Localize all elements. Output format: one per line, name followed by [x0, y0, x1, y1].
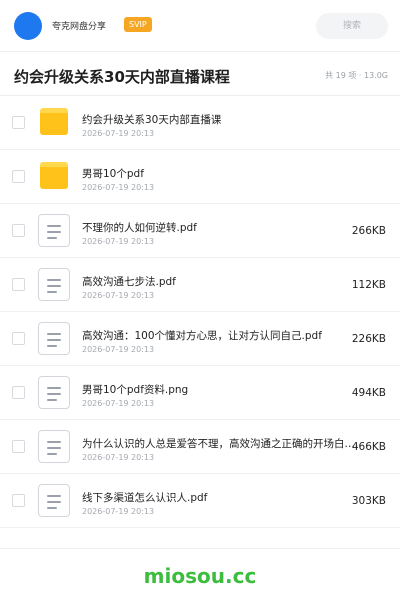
list-item[interactable]: 约会升级关系30天内部直播课 2026-07-19 20:13: [0, 96, 400, 150]
file-size: 466KB: [351, 441, 386, 453]
select-checkbox[interactable]: [12, 170, 25, 183]
document-icon: [38, 322, 70, 356]
search-input[interactable]: 搜索: [316, 13, 388, 39]
list-item[interactable]: 为什么认识的人总是爱答不理，高效沟通之正确的开场白.pdf 2026-07-19…: [0, 420, 400, 474]
avatar[interactable]: [14, 12, 42, 40]
watermark: miosou.cc: [143, 564, 257, 588]
file-size: 226KB: [351, 333, 386, 345]
file-date: 2026-07-19 20:13: [82, 237, 155, 246]
folder-icon: [38, 106, 70, 140]
document-icon: [38, 214, 70, 248]
file-list: 约会升级关系30天内部直播课 2026-07-19 20:13 男哥10个pdf…: [0, 96, 400, 528]
list-item[interactable]: 不理你的人如何逆转.pdf 2026-07-19 20:13 266KB: [0, 204, 400, 258]
file-date: 2026-07-19 20:13: [82, 129, 155, 138]
document-icon: [38, 430, 70, 464]
select-checkbox[interactable]: [12, 440, 25, 453]
select-checkbox[interactable]: [12, 332, 25, 345]
file-date: 2026-07-19 20:13: [82, 291, 155, 300]
folder-icon: [38, 160, 70, 194]
list-item[interactable]: 男哥10个pdf资料.png 2026-07-19 20:13 494KB: [0, 366, 400, 420]
file-size: 112KB: [351, 279, 386, 291]
file-name: 线下多渠道怎么认识人.pdf: [82, 492, 208, 504]
document-icon: [38, 268, 70, 302]
file-name: 为什么认识的人总是爱答不理，高效沟通之正确的开场白.pdf: [82, 438, 360, 450]
file-name: 约会升级关系30天内部直播课: [82, 114, 222, 126]
file-name: 男哥10个pdf: [82, 168, 144, 180]
list-item[interactable]: 线下多渠道怎么认识人.pdf 2026-07-19 20:13 303KB: [0, 474, 400, 528]
title-bar: 约会升级关系30天内部直播课程 共 19 项 · 13.0G: [0, 53, 400, 96]
select-checkbox[interactable]: [12, 278, 25, 291]
file-size: 494KB: [351, 387, 386, 399]
file-date: 2026-07-19 20:13: [82, 453, 155, 462]
list-item[interactable]: 男哥10个pdf 2026-07-19 20:13: [0, 150, 400, 204]
file-name: 不理你的人如何逆转.pdf: [82, 222, 197, 234]
select-checkbox[interactable]: [12, 494, 25, 507]
list-item[interactable]: 高效沟通：100个懂对方心思，让对方认同自己.pdf 2026-07-19 20…: [0, 312, 400, 366]
item-summary: 共 19 项 · 13.0G: [325, 71, 388, 80]
file-name: 高效沟通：100个懂对方心思，让对方认同自己.pdf: [82, 330, 322, 342]
document-icon: [38, 376, 70, 410]
file-name: 高效沟通七步法.pdf: [82, 276, 176, 288]
select-checkbox[interactable]: [12, 116, 25, 129]
top-bar: 夸克网盘分享 SVIP 搜索: [0, 0, 400, 52]
file-name: 男哥10个pdf资料.png: [82, 384, 189, 396]
document-icon: [38, 484, 70, 518]
select-checkbox[interactable]: [12, 224, 25, 237]
list-item[interactable]: 高效沟通七步法.pdf 2026-07-19 20:13 112KB: [0, 258, 400, 312]
file-date: 2026-07-19 20:13: [82, 345, 155, 354]
file-size: 266KB: [351, 225, 386, 237]
page: 夸克网盘分享 SVIP 搜索 约会升级关系30天内部直播课程 共 19 项 · …: [0, 0, 400, 600]
page-title: 约会升级关系30天内部直播课程: [14, 68, 230, 86]
select-checkbox[interactable]: [12, 386, 25, 399]
file-date: 2026-07-19 20:13: [82, 399, 155, 408]
file-date: 2026-07-19 20:13: [82, 183, 155, 192]
share-name: 夸克网盘分享: [52, 22, 107, 32]
file-date: 2026-07-19 20:13: [82, 507, 155, 516]
file-size: 303KB: [351, 495, 386, 507]
footer: miosou.cc: [0, 548, 400, 600]
svip-badge: SVIP: [124, 17, 152, 32]
